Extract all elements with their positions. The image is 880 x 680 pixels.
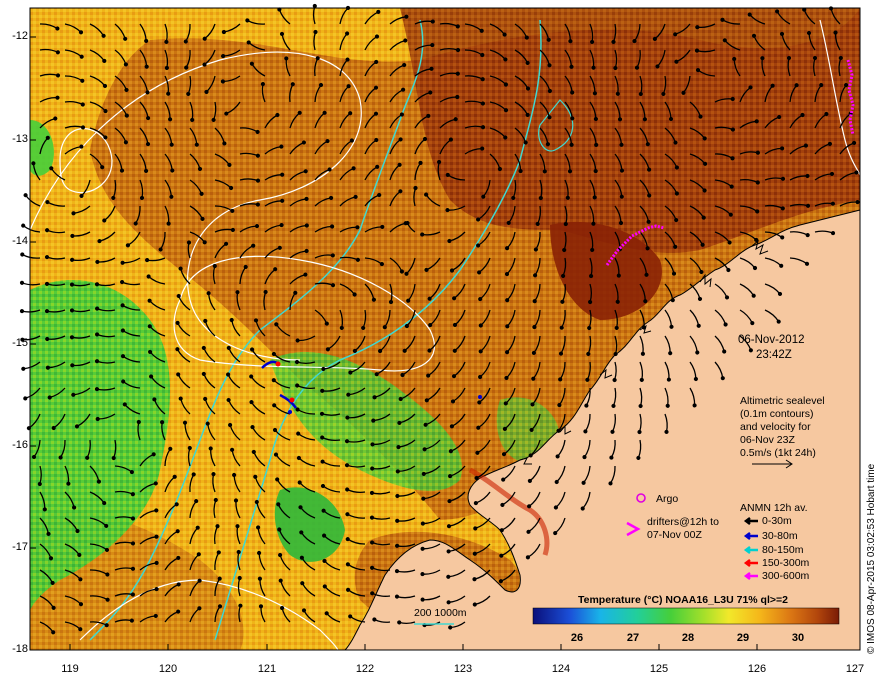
drifter-marker	[275, 361, 281, 367]
altimetry-note-line: and velocity for	[740, 421, 811, 433]
colorbar	[532, 607, 840, 625]
x-tick-label: 125	[649, 663, 669, 675]
x-tick-label: 126	[747, 663, 767, 675]
x-tick-label: 121	[257, 663, 277, 675]
drifter-marker	[478, 395, 482, 399]
y-tick-label: -14	[12, 235, 28, 247]
y-tick-label: -18	[12, 643, 28, 655]
altimetry-note-line: 0.5m/s (1kt 24h)	[740, 447, 816, 459]
argo-label: Argo	[656, 493, 679, 505]
drifter-marker	[288, 410, 292, 414]
drifters-label: 07-Nov 00Z	[647, 529, 702, 541]
colorbar-tick: 27	[626, 632, 640, 644]
y-tick-label: -17	[12, 541, 28, 553]
colorbar-tick: 30	[791, 632, 805, 644]
colorbar-tick: 28	[681, 632, 695, 644]
y-tick-label: -12	[12, 30, 28, 42]
map-date: 06-Nov-2012	[738, 334, 805, 346]
y-tick-label: -16	[12, 439, 28, 451]
altimetry-note-line: Altimetric sealevel	[740, 395, 825, 407]
anmn-legend-title: ANMN 12h av.	[740, 502, 808, 514]
y-tick-label: -15	[12, 337, 28, 349]
altimetry-note-line: (0.1m contours)	[740, 408, 814, 420]
colorbar-tick: 26	[570, 632, 584, 644]
colorbar-tick: 29	[736, 632, 750, 644]
x-tick-label: 124	[551, 663, 571, 675]
x-tick-label: 122	[355, 663, 375, 675]
drifter-marker	[289, 397, 295, 403]
colorbar-title: Temperature (°C) NOAA16_L3U 71% ql>=2	[578, 594, 788, 606]
x-tick-label: 123	[453, 663, 473, 675]
imos-credit: © IMOS 08-Apr-2015 03:02:53 Hobart time	[866, 463, 877, 654]
x-tick-label: 119	[61, 663, 79, 675]
drifters-label: drifters@12h to	[647, 516, 719, 528]
y-tick-label: -13	[12, 133, 28, 145]
anmn-depth-label: 80-150m	[762, 544, 804, 556]
x-tick-label: 127	[845, 663, 865, 675]
anmn-depth-label: 0-30m	[762, 515, 792, 527]
anmn-depth-label: 150-300m	[762, 557, 810, 569]
map-time: 23:42Z	[756, 349, 792, 361]
x-tick-label: 120	[158, 663, 178, 675]
anmn-depth-label: 300-600m	[762, 570, 810, 582]
bathymetry-legend-label: 200 1000m	[414, 607, 467, 619]
anmn-depth-label: 30-80m	[762, 530, 798, 542]
altimetry-note-line: 06-Nov 23Z	[740, 434, 795, 446]
